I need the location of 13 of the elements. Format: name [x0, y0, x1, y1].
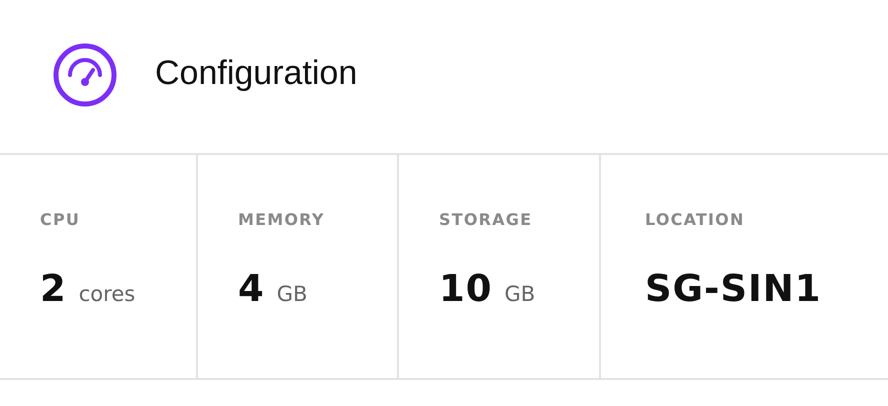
- stat-unit: GB: [276, 282, 308, 306]
- stat-value: SG-SIN1: [645, 267, 822, 310]
- gauge-icon: [52, 42, 118, 108]
- stat-value: 4: [238, 267, 265, 310]
- section-title: Configuration: [155, 54, 358, 93]
- stat-label: MEMORY: [238, 210, 326, 229]
- stat-label: CPU: [40, 210, 82, 229]
- stat-label: LOCATION: [645, 210, 746, 229]
- stat-value: 2: [40, 267, 67, 310]
- stat-unit: cores: [78, 282, 136, 306]
- stat-value: 10: [439, 267, 492, 310]
- stat-label: STORAGE: [439, 210, 534, 229]
- stat-unit: GB: [504, 282, 536, 306]
